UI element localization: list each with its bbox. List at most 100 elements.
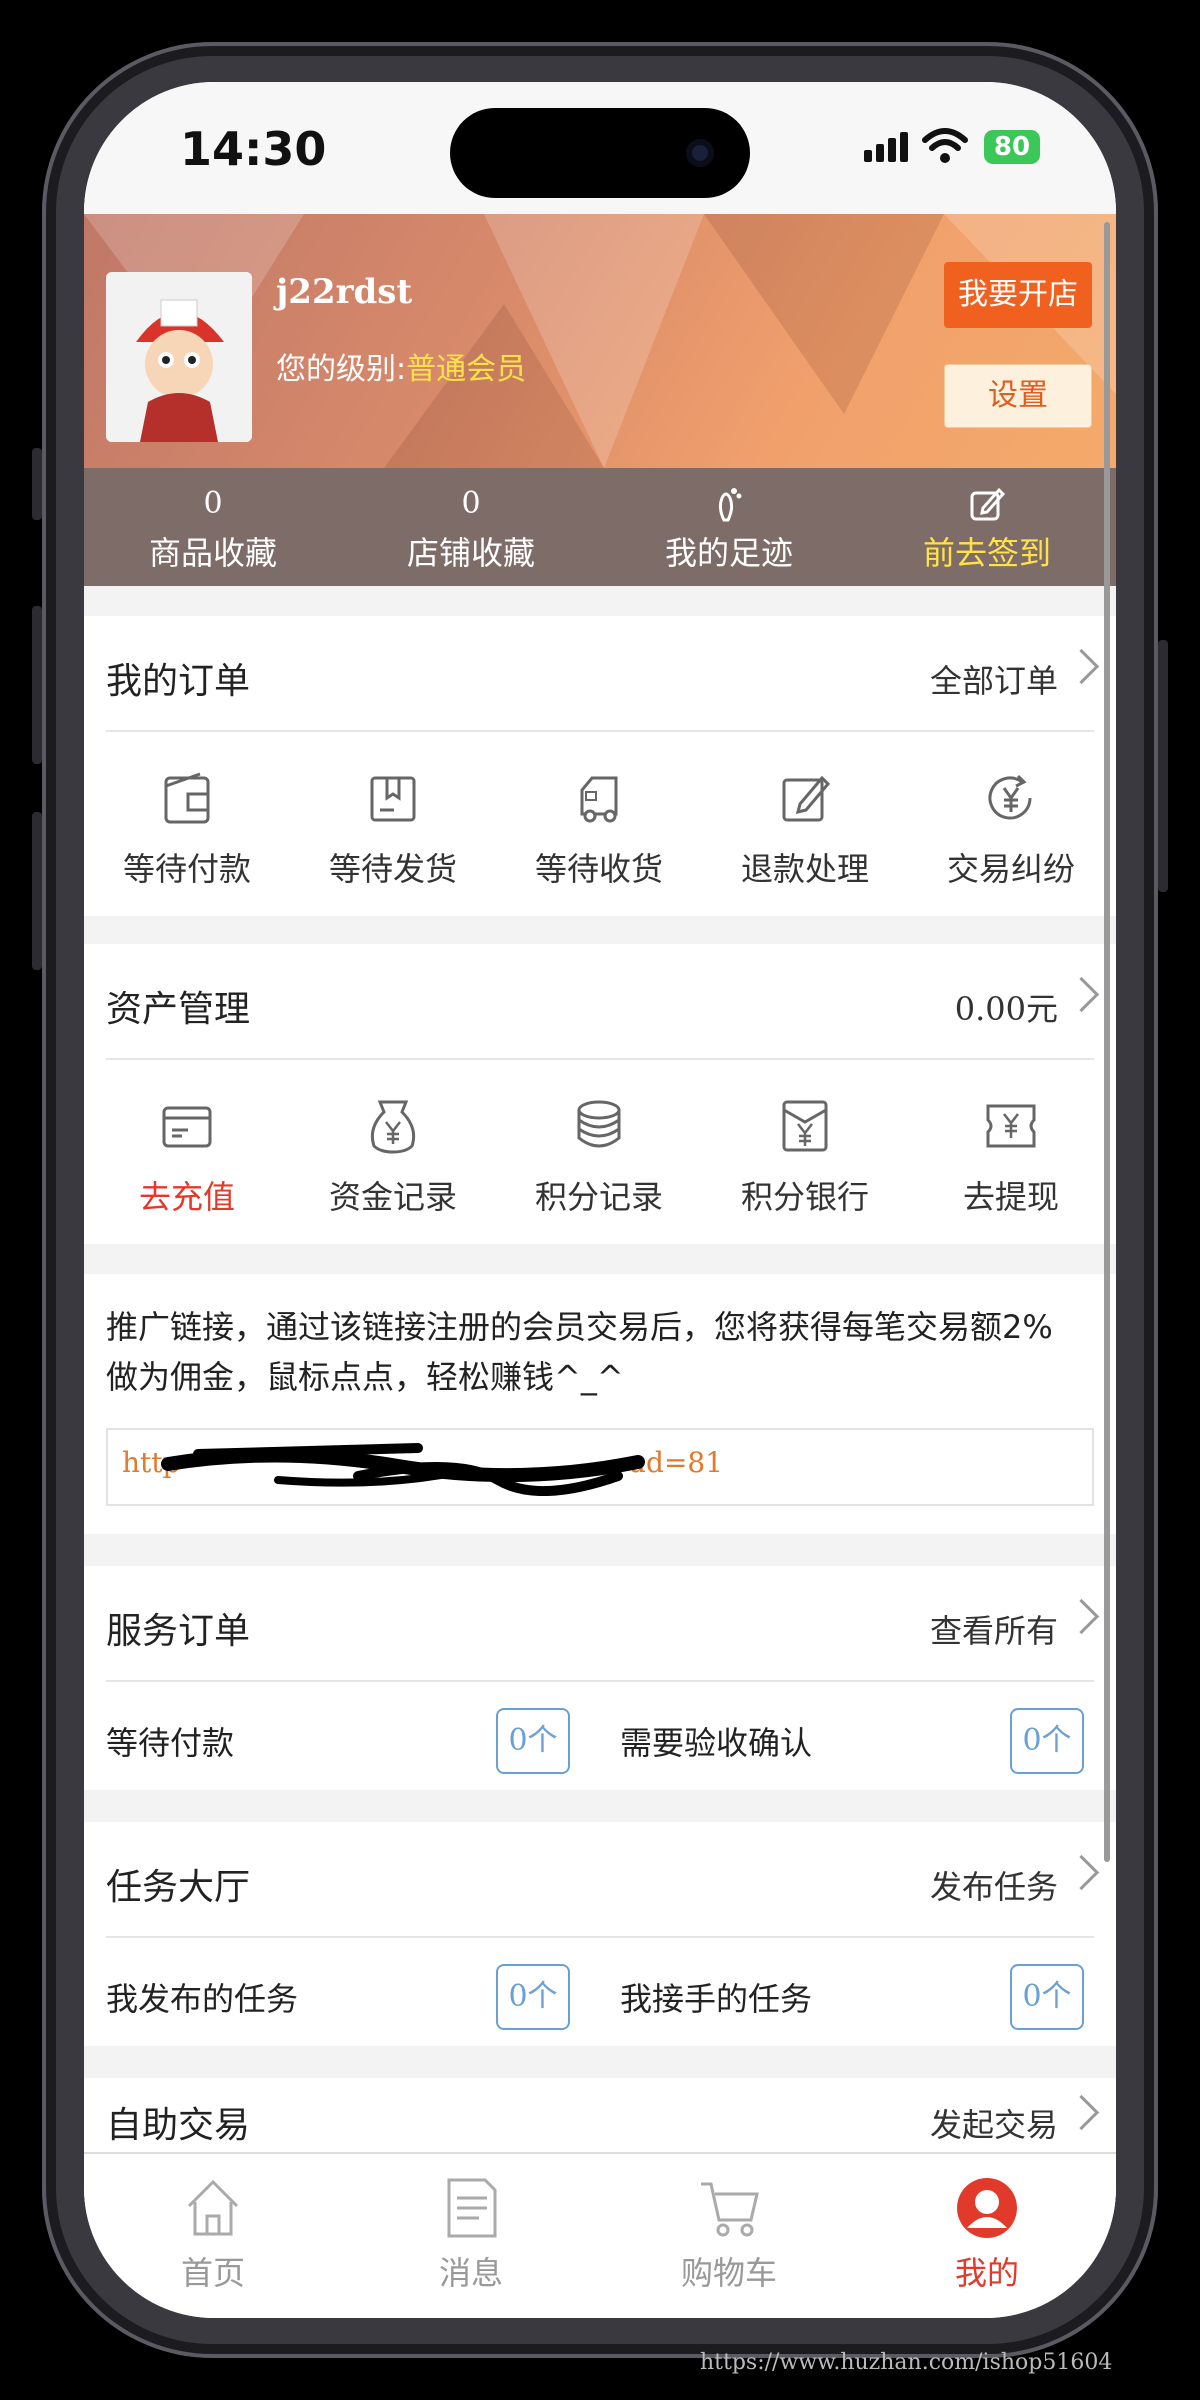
orders-title: 我的订单	[106, 661, 251, 702]
stat-label: 前去签到	[922, 534, 1051, 572]
status-time: 14:30	[180, 122, 327, 176]
assets-icon-row: 去充值 资金记录 积分记录 积分银行 去提现	[84, 1098, 1116, 1268]
asset-label: 积分记录	[534, 1178, 663, 1216]
tab-bar: 首页 消息 购物车 我的	[84, 2152, 1116, 2318]
fund-records[interactable]: 资金记录	[290, 1098, 496, 1218]
divider	[106, 730, 1094, 732]
assets-title: 资产管理	[106, 989, 251, 1030]
signal-icon	[864, 132, 912, 162]
card-icon	[162, 1106, 212, 1148]
yen-ticket-icon	[986, 1104, 1036, 1148]
username: j22rdst	[276, 272, 413, 312]
recharge-button[interactable]: 去充值	[84, 1098, 290, 1218]
avatar[interactable]	[106, 272, 252, 442]
tab-home[interactable]: 首页	[84, 2176, 342, 2294]
stats-bar: 0 商品收藏 0 店铺收藏 我的足迹 前去签到	[84, 468, 1116, 586]
tab-messages[interactable]: 消息	[342, 2176, 600, 2294]
balance-link[interactable]: 0.00元	[955, 984, 1058, 1030]
points-bank[interactable]: 积分银行	[702, 1098, 908, 1218]
order-label: 等待付款	[122, 850, 251, 888]
chevron-right-icon	[1063, 976, 1100, 1013]
my-accepted-tasks-label: 我接手的任务	[620, 1980, 813, 2018]
promo-link-field[interactable]: http ud=81	[106, 1428, 1094, 1506]
my-accepted-tasks-count[interactable]: 0个	[1010, 1964, 1084, 2030]
stat-shop-favorites[interactable]: 0 店铺收藏	[342, 468, 600, 586]
orders-icon-row: 等待付款 等待发货 等待收货 退款处理 交易纠纷	[84, 770, 1116, 940]
tab-me[interactable]: 我的	[858, 2176, 1116, 2294]
all-orders-link[interactable]: 全部订单	[930, 656, 1058, 702]
self-trade-title: 自助交易	[106, 2105, 251, 2146]
asset-label: 去充值	[138, 1178, 235, 1216]
money-bag-icon	[370, 1100, 416, 1154]
task-hall-title: 任务大厅	[106, 1867, 251, 1908]
order-label: 交易纠纷	[946, 850, 1075, 888]
tab-label: 购物车	[680, 2254, 777, 2292]
app-screen: 14:30 80 j22rdst 您的级别:普通会员 我要开店 设置 0 商品收…	[84, 82, 1116, 2318]
orders-card: 我的订单 全部订单 等待付款 等待发货 等待收货 退款处理 交易纠纷	[84, 616, 1116, 916]
cart-icon	[701, 2182, 759, 2237]
points-records[interactable]: 积分记录	[496, 1098, 702, 1218]
my-published-tasks-count[interactable]: 0个	[496, 1964, 570, 2030]
order-label: 等待收货	[534, 850, 663, 888]
stat-value: 0	[203, 486, 223, 521]
service-orders-row: 等待付款 0个 需要验收确认 0个	[84, 1682, 1116, 1790]
redaction-scribble	[161, 1443, 645, 1496]
asset-label: 资金记录	[328, 1178, 457, 1216]
user-icon	[957, 2178, 1017, 2238]
watermark: https://www.huzhan.com/ishop51604	[700, 2350, 1113, 2375]
scrollbar[interactable]	[1104, 222, 1110, 1862]
order-label: 退款处理	[740, 850, 869, 888]
edit-icon	[858, 486, 1116, 522]
status-bar: 14:30 80	[84, 82, 1116, 214]
task-hall-card: 任务大厅 发布任务 我发布的任务 0个 我接手的任务 0个	[84, 1822, 1116, 2046]
withdraw-button[interactable]: 去提现	[908, 1098, 1114, 1218]
stat-footprints[interactable]: 我的足迹	[600, 468, 858, 586]
chevron-right-icon	[1063, 1854, 1100, 1891]
order-pending-shipment[interactable]: 等待发货	[290, 770, 496, 890]
order-pending-payment[interactable]: 等待付款	[84, 770, 290, 890]
member-level: 您的级别:普通会员	[276, 344, 526, 388]
promo-card: 推广链接，通过该链接注册的会员交易后，您将获得每笔交易额2%做为佣金，鼠标点点，…	[84, 1274, 1116, 1534]
service-acceptance-label: 需要验收确认	[620, 1724, 813, 1762]
tab-label: 首页	[180, 2254, 245, 2292]
stat-signin[interactable]: 前去签到	[858, 468, 1116, 586]
tab-cart[interactable]: 购物车	[600, 2176, 858, 2294]
open-shop-button[interactable]: 我要开店	[944, 262, 1092, 328]
view-all-link[interactable]: 查看所有	[930, 1606, 1058, 1652]
publish-task-link[interactable]: 发布任务	[930, 1862, 1058, 1908]
chevron-right-icon	[1063, 648, 1100, 685]
order-pending-receipt[interactable]: 等待收货	[496, 770, 702, 890]
order-label: 等待发货	[328, 850, 457, 888]
stat-label: 商品收藏	[148, 534, 277, 572]
stat-product-favorites[interactable]: 0 商品收藏	[84, 468, 342, 586]
service-orders-title: 服务订单	[106, 1611, 251, 1652]
message-icon	[447, 2178, 497, 2238]
service-acceptance-count[interactable]: 0个	[1010, 1708, 1084, 1774]
stat-label: 我的足迹	[664, 534, 793, 572]
coins-stack-icon	[577, 1100, 621, 1148]
divider	[106, 1058, 1094, 1060]
truck-icon	[580, 776, 618, 823]
order-dispute[interactable]: 交易纠纷	[908, 770, 1114, 890]
self-trade-card: 自助交易 发起交易	[84, 2078, 1116, 2158]
asset-label: 积分银行	[740, 1178, 869, 1216]
chevron-right-icon	[1063, 2094, 1100, 2131]
level-value: 普通会员	[406, 352, 527, 387]
footprint-icon	[600, 486, 858, 522]
order-refund[interactable]: 退款处理	[702, 770, 908, 890]
service-orders-card: 服务订单 查看所有 等待付款 0个 需要验收确认 0个	[84, 1566, 1116, 1790]
settings-button[interactable]: 设置	[944, 364, 1092, 428]
start-trade-link[interactable]: 发起交易	[930, 2100, 1058, 2146]
my-published-tasks-label: 我发布的任务	[106, 1980, 299, 2018]
service-pending-payment-count[interactable]: 0个	[496, 1708, 570, 1774]
wifi-icon	[922, 128, 968, 163]
stat-value: 0	[461, 486, 481, 521]
profile-header: j22rdst 您的级别:普通会员 我要开店 设置	[84, 214, 1116, 468]
assets-card: 资产管理 0.00元 去充值 资金记录 积分记录 积分银行 去提现	[84, 944, 1116, 1244]
tab-label: 我的	[954, 2254, 1019, 2292]
chevron-right-icon	[1063, 1598, 1100, 1635]
task-hall-row: 我发布的任务 0个 我接手的任务 0个	[84, 1938, 1116, 2046]
yen-envelope-icon	[782, 1100, 828, 1152]
dynamic-island	[450, 108, 750, 198]
tab-label: 消息	[438, 2254, 503, 2292]
